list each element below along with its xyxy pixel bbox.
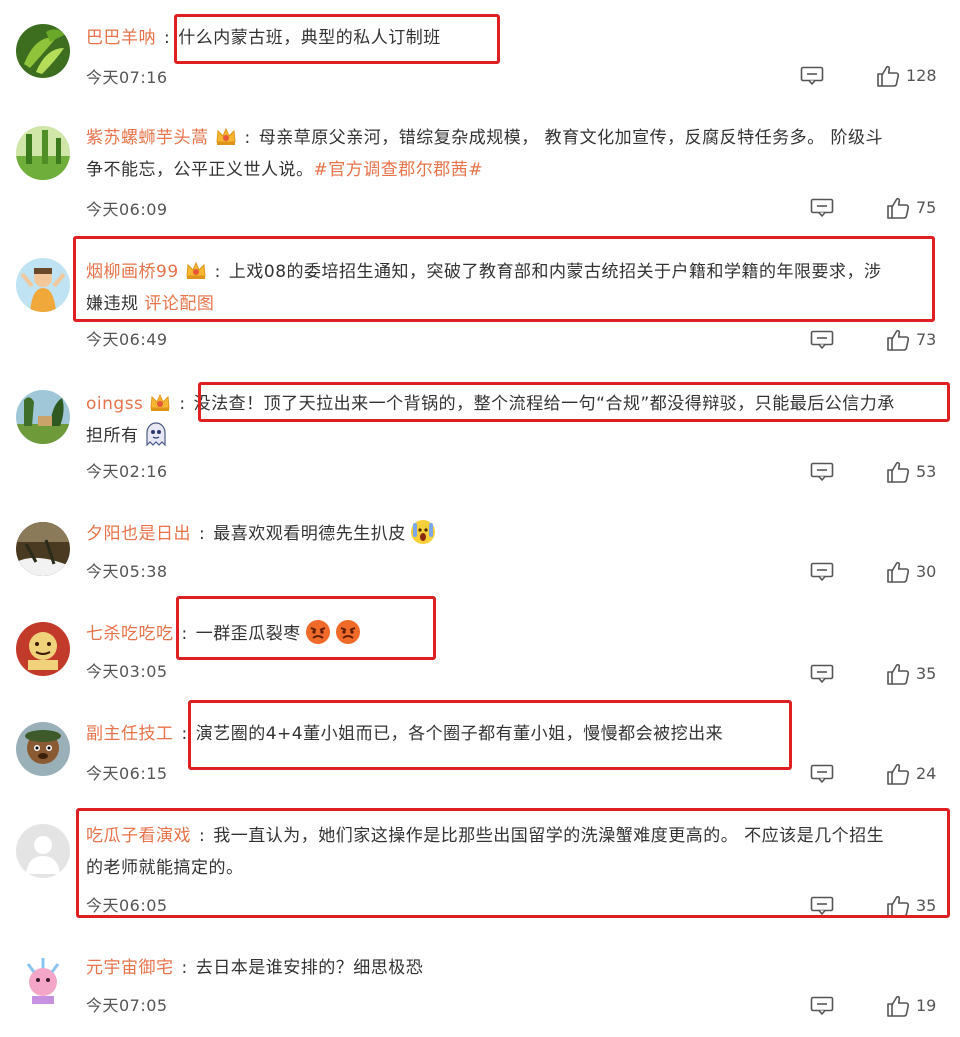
- comment-text: 巴巴羊呐: 什么内蒙古班，典型的私人订制班: [86, 28, 441, 48]
- avatar[interactable]: [16, 954, 70, 1008]
- like-count: 75: [916, 198, 937, 217]
- hashtag-link[interactable]: #官方调查郡尔郡茜#: [314, 160, 484, 180]
- like-icon[interactable]: [886, 763, 910, 785]
- reply-icon[interactable]: [810, 764, 834, 784]
- comment-text: 紫苏螺蛳芋头蒿: 母亲草原父亲河，错综复杂成规模， 教育文化加宣传，反腐反特任务多…: [86, 126, 884, 180]
- reply-icon[interactable]: [810, 664, 834, 684]
- like-count: 19: [916, 996, 937, 1015]
- angry-emoji-icon: [335, 619, 361, 645]
- like-count: 35: [916, 896, 937, 915]
- username[interactable]: 紫苏螺蛳芋头蒿: [86, 128, 209, 148]
- comment-item: oingss: 没法查！顶了天拉出来一个背锅的，整个流程给一句“合规”都没得辩驳，…: [0, 368, 960, 502]
- comment-time: 今天07:16: [86, 68, 168, 87]
- comment-text: 元宇宙御宅: 去日本是谁安排的？细思极恐: [86, 958, 424, 978]
- like-count: 35: [916, 664, 937, 683]
- avatar[interactable]: [16, 824, 70, 878]
- crown-badge-icon: [215, 126, 237, 146]
- comment-time: 今天06:05: [86, 896, 168, 915]
- comment-item: 副主任技工: 演艺圈的4+4董小姐而已，各个圈子都有董小姐，慢慢都会被挖出来 今天…: [0, 702, 960, 802]
- comment-time: 今天07:05: [86, 996, 168, 1015]
- scream-emoji-icon: [410, 519, 436, 545]
- like-icon[interactable]: [886, 995, 910, 1017]
- username[interactable]: 吃瓜子看演戏: [86, 826, 191, 846]
- comment-time: 今天06:49: [86, 330, 168, 349]
- comment-text: 夕阳也是日出: 最喜欢观看明德先生扒皮: [86, 518, 938, 550]
- username[interactable]: oingss: [86, 394, 143, 414]
- username[interactable]: 副主任技工: [86, 724, 174, 744]
- like-icon[interactable]: [886, 663, 910, 685]
- comment-item: 夕阳也是日出: 最喜欢观看明德先生扒皮 今天05:38 30: [0, 502, 960, 602]
- view-image-link[interactable]: 评论配图: [144, 294, 214, 314]
- avatar[interactable]: [16, 722, 70, 776]
- comment-text: 副主任技工: 演艺圈的4+4董小姐而已，各个圈子都有董小姐，慢慢都会被挖出来: [86, 724, 724, 744]
- like-count: 24: [916, 764, 937, 783]
- like-count: 73: [916, 330, 937, 349]
- crown-badge-icon: [185, 260, 207, 280]
- comment-text: 烟柳画桥99: 上戏08的委培招生通知，突破了教育部和内蒙古统招关于户籍和学籍的年…: [86, 260, 882, 314]
- avatar[interactable]: [16, 522, 70, 576]
- comment-item: 元宇宙御宅: 去日本是谁安排的？细思极恐 今天07:05 19: [0, 936, 960, 1037]
- like-icon[interactable]: [886, 461, 910, 483]
- avatar[interactable]: [16, 622, 70, 676]
- username[interactable]: 巴巴羊呐: [86, 28, 156, 48]
- comment-item: 巴巴羊呐: 什么内蒙古班，典型的私人订制班 今天07:16 128: [0, 0, 960, 100]
- username[interactable]: 烟柳画桥99: [86, 262, 179, 282]
- reply-icon[interactable]: [810, 462, 834, 482]
- username[interactable]: 元宇宙御宅: [86, 958, 174, 978]
- comment-time: 今天02:16: [86, 462, 168, 481]
- avatar[interactable]: [16, 258, 70, 312]
- comment-item: 烟柳画桥99: 上戏08的委培招生通知，突破了教育部和内蒙古统招关于户籍和学籍的年…: [0, 234, 960, 368]
- comment-item: 紫苏螺蛳芋头蒿: 母亲草原父亲河，错综复杂成规模， 教育文化加宣传，反腐反特任务多…: [0, 100, 960, 234]
- ghost-emoji-icon: [143, 421, 169, 447]
- username[interactable]: 夕阳也是日出: [86, 524, 191, 544]
- like-icon[interactable]: [886, 895, 910, 917]
- username[interactable]: 七杀吃吃吃: [86, 624, 174, 644]
- avatar[interactable]: [16, 24, 70, 78]
- comment-text: oingss: 没法查！顶了天拉出来一个背锅的，整个流程给一句“合规”都没得辩驳，…: [86, 392, 895, 447]
- like-icon[interactable]: [876, 65, 900, 87]
- reply-icon[interactable]: [810, 996, 834, 1016]
- avatar[interactable]: [16, 126, 70, 180]
- reply-icon[interactable]: [810, 896, 834, 916]
- comment-item: 七杀吃吃吃: 一群歪瓜裂枣 今天03:05 35: [0, 602, 960, 702]
- angry-emoji-icon: [305, 619, 331, 645]
- comment-time: 今天05:38: [86, 562, 168, 581]
- like-count: 128: [906, 66, 937, 85]
- comment-time: 今天03:05: [86, 662, 168, 681]
- like-icon[interactable]: [886, 197, 910, 219]
- reply-icon[interactable]: [810, 330, 834, 350]
- like-count: 30: [916, 562, 937, 581]
- like-count: 53: [916, 462, 937, 481]
- comment-time: 今天06:15: [86, 764, 168, 783]
- reply-icon[interactable]: [800, 66, 824, 86]
- comment-text: 七杀吃吃吃: 一群歪瓜裂枣: [86, 618, 938, 650]
- comment-time: 今天06:09: [86, 200, 168, 219]
- reply-icon[interactable]: [810, 562, 834, 582]
- crown-badge-icon: [149, 392, 171, 412]
- like-icon[interactable]: [886, 329, 910, 351]
- comment-text: 吃瓜子看演戏: 我一直认为，她们家这操作是比那些出国留学的洗澡蟹难度更高的。 不应…: [86, 826, 885, 878]
- comment-item: 吃瓜子看演戏: 我一直认为，她们家这操作是比那些出国留学的洗澡蟹难度更高的。 不应…: [0, 802, 960, 936]
- avatar[interactable]: [16, 390, 70, 444]
- like-icon[interactable]: [886, 561, 910, 583]
- reply-icon[interactable]: [810, 198, 834, 218]
